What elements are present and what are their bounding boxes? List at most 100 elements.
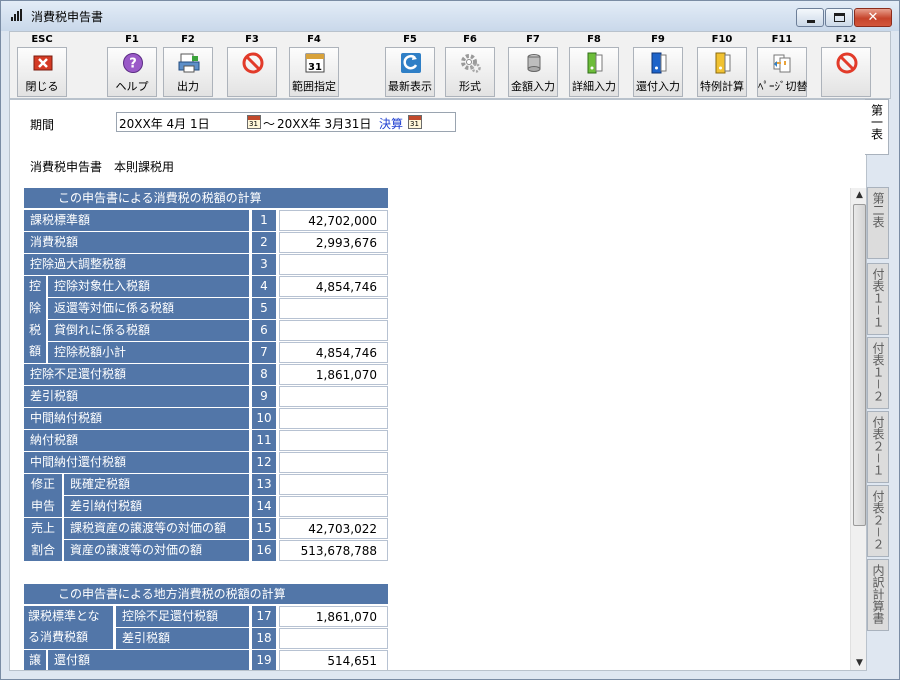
toolbar-button-f8[interactable]: 詳細入力 (569, 47, 619, 97)
amount-field[interactable]: 2,993,676 (279, 232, 388, 253)
amount-field[interactable]: 1,861,070 (279, 364, 388, 385)
amount-field[interactable]: 42,702,000 (279, 210, 388, 231)
closing-type[interactable]: 決算 (379, 115, 403, 132)
transfer-group-label: 譲 (24, 650, 46, 670)
amount-field[interactable] (279, 628, 388, 649)
section-header: この申告書による地方消費税の税額の計算 (24, 584, 388, 604)
amount-field[interactable] (279, 298, 388, 319)
maximize-button[interactable] (825, 8, 853, 27)
amount-field[interactable] (279, 408, 388, 429)
no-entry-icon (242, 52, 264, 74)
row-label: 控除不足還付税額 (24, 364, 249, 385)
scroll-thumb[interactable] (853, 204, 866, 526)
toolbar-button-f10[interactable]: 特例計算 (697, 47, 747, 97)
no-entry-icon (836, 52, 858, 74)
row-number: 1 (252, 210, 276, 231)
deduction-group-label-text: 額 (28, 344, 41, 359)
toolbar-button-label: ﾍﾟｰｼﾞ切替 (758, 80, 808, 93)
function-key-toolbar: ESC 閉じる F1? ヘルプ F2 出力 F3 F4 31 範囲指定 F5 最新表示 F6 形式 F7 金額… (9, 31, 891, 99)
vertical-scrollbar[interactable]: ▲ ▼ (850, 188, 866, 670)
green-binder-icon (584, 52, 606, 74)
window-close-button[interactable]: ✕ (854, 8, 892, 27)
sheet-tab-5[interactable]: 付表２－１ (867, 411, 889, 483)
toolbar-button-f4[interactable]: 31 範囲指定 (289, 47, 339, 97)
toolbar-f11-tool: F11 ﾍﾟｰｼﾞ切替 (754, 32, 810, 98)
row-number: 16 (252, 540, 276, 561)
toolbar-button-label: 出力 (177, 80, 199, 93)
function-key-label: F12 (835, 34, 857, 45)
toolbar-f4-tool: F4 31 範囲指定 (286, 32, 342, 98)
row-label: 差引税額 (24, 386, 249, 407)
amount-field[interactable]: 42,703,022 (279, 518, 388, 539)
ratio-group-label-text: 売上 (30, 521, 55, 535)
sheet-tab-7[interactable]: 内訳計算書 (867, 559, 889, 631)
sheet-tab-4[interactable]: 付表１－２ (867, 337, 889, 409)
function-key-label: F11 (771, 34, 793, 45)
toolbar-button-f11[interactable]: ﾍﾟｰｼﾞ切替 (757, 47, 808, 97)
toolbar-button-f7[interactable]: 金額入力 (508, 47, 558, 97)
scroll-up-arrow-icon[interactable]: ▲ (853, 189, 866, 202)
title-bar[interactable]: 消費税申告書 ✕ (1, 1, 899, 31)
deduction-group-label-text: 控 (28, 279, 41, 293)
sheet-tab-2[interactable]: 第二表 (867, 187, 889, 259)
sheet-tab-6[interactable]: 付表２－２ (867, 485, 889, 557)
period-from[interactable]: 20XX年 4月 1日 (119, 115, 210, 132)
to-calendar-icon[interactable] (408, 115, 422, 129)
period-field[interactable]: 20XX年 4月 1日 〜 20XX年 3月31日 決算 (116, 112, 456, 132)
toolbar-button-f12[interactable] (821, 47, 871, 97)
toolbar-f1-tool: F1? ヘルプ (104, 32, 160, 98)
amount-field[interactable] (279, 452, 388, 473)
close-red-icon (32, 52, 54, 74)
page-switch-icon (772, 52, 794, 74)
amount-field[interactable]: 4,854,746 (279, 342, 388, 363)
amount-field[interactable]: 4,854,746 (279, 276, 388, 297)
toolbar-button-label: 還付入力 (636, 80, 680, 93)
local-tax-group-label: 課税標準とな る消費税額 (24, 606, 113, 649)
svg-text:?: ? (129, 57, 137, 72)
period-to[interactable]: 20XX年 3月31日 (277, 115, 371, 132)
toolbar-button-f5[interactable]: 最新表示 (385, 47, 435, 97)
toolbar-button-label: ヘルプ (115, 80, 149, 93)
amount-field[interactable]: 514,651 (279, 650, 388, 670)
sheet-tab-1[interactable]: 第一表 (865, 99, 889, 155)
toolbar-button-esc[interactable]: 閉じる (17, 47, 67, 97)
amount-field[interactable]: 513,678,788 (279, 540, 388, 561)
scroll-down-arrow-icon[interactable]: ▼ (853, 657, 866, 670)
minimize-button[interactable] (796, 8, 824, 27)
from-calendar-icon[interactable] (247, 115, 261, 129)
row-label: 還付額 (48, 650, 249, 670)
toolbar-f12-tool: F12 (818, 32, 874, 98)
sheet-tab-3[interactable]: 付表１－１ (867, 263, 889, 335)
toolbar-button-f1[interactable]: ? ヘルプ (107, 47, 157, 97)
gear-icon (460, 52, 482, 74)
amount-field[interactable] (279, 474, 388, 495)
close-icon: ✕ (867, 10, 879, 25)
row-label: 返還等対価に係る税額 (48, 298, 249, 319)
row-label: 差引納付税額 (64, 496, 249, 517)
amount-field[interactable] (279, 254, 388, 275)
row-number: 2 (252, 232, 276, 253)
row-number: 13 (252, 474, 276, 495)
coins-icon (523, 52, 545, 74)
toolbar-button-f6[interactable]: 形式 (445, 47, 495, 97)
row-label: 消費税額 (24, 232, 249, 253)
row-number: 18 (252, 628, 276, 649)
amount-field[interactable] (279, 430, 388, 451)
row-label: 納付税額 (24, 430, 249, 451)
sheet-tabs: 第一表第二表付表１－１ 付表１－２ 付表２－１ 付表２－２ 内訳計算書 (865, 99, 891, 671)
amount-field[interactable]: 1,861,070 (279, 606, 388, 627)
toolbar-button-label: 閉じる (25, 80, 59, 93)
toolbar-button-f2[interactable]: 出力 (163, 47, 213, 97)
function-key-label: F3 (245, 34, 259, 45)
amount-field[interactable] (279, 496, 388, 517)
toolbar-f10-tool: F10 特例計算 (694, 32, 750, 98)
function-key-label: F1 (125, 34, 139, 45)
amount-field[interactable] (279, 386, 388, 407)
toolbar-button-f9[interactable]: 還付入力 (633, 47, 683, 97)
svg-text:31: 31 (308, 62, 322, 73)
row-label: 課税標準額 (24, 210, 249, 231)
toolbar-button-f3[interactable] (227, 47, 277, 97)
amount-field[interactable] (279, 320, 388, 341)
row-label: 控除過大調整税額 (24, 254, 249, 275)
toolbar-button-label: 特例計算 (700, 80, 744, 93)
